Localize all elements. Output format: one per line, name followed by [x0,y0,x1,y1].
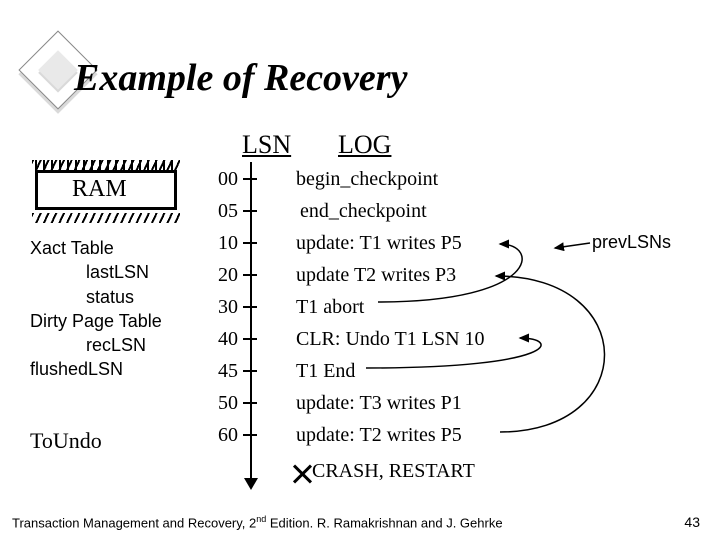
flushedlsn-label: flushedLSN [30,357,162,381]
lsn-column-header: LSN [242,130,291,160]
ram-decor [32,213,180,223]
tick [243,306,257,308]
log-entry: CLR: Undo T1 LSN 10 [296,328,485,351]
lsn-value: 20 [208,264,238,287]
lsn-value: 45 [208,360,238,383]
lsn-value: 00 [208,168,238,191]
lastlsn-label: lastLSN [86,260,162,284]
tick [243,402,257,404]
lsn-value: 30 [208,296,238,319]
tick [243,338,257,340]
footer-citation: Transaction Management and Recovery, 2nd… [12,514,503,530]
log-column-header: LOG [338,130,391,160]
toundo-label: ToUndo [30,428,102,454]
left-info-block: Xact Table lastLSN status Dirty Page Tab… [30,236,162,382]
lsn-value: 05 [208,200,238,223]
tick [243,178,257,180]
crash-label: CRASH, RESTART [312,460,475,483]
lsn-value: 10 [208,232,238,255]
log-entry: update: T1 writes P5 [296,232,462,255]
log-entry: T1 End [296,360,355,383]
tick [243,210,257,212]
prevlsns-label: prevLSNs [592,232,671,253]
page-number: 43 [684,514,700,530]
slide-title: Example of Recovery [74,56,407,100]
lsn-value: 40 [208,328,238,351]
log-entry: begin_checkpoint [296,168,438,191]
crash-cross-icon [292,464,312,484]
timeline-arrowhead-icon [244,478,258,490]
log-entry: update T2 writes P3 [296,264,456,287]
log-entry: T1 abort [296,296,364,319]
lsn-value: 50 [208,392,238,415]
xact-table-label: Xact Table [30,236,162,260]
lsn-value: 60 [208,424,238,447]
log-entry: update: T3 writes P1 [296,392,462,415]
ram-label: RAM [72,176,127,203]
tick [243,242,257,244]
reclsn-label: recLSN [86,333,162,357]
status-label: status [86,285,162,309]
log-entry: update: T2 writes P5 [296,424,462,447]
tick [243,370,257,372]
tick [243,274,257,276]
tick [243,434,257,436]
log-entry: end_checkpoint [300,200,427,223]
dirty-page-table-label: Dirty Page Table [30,309,162,333]
